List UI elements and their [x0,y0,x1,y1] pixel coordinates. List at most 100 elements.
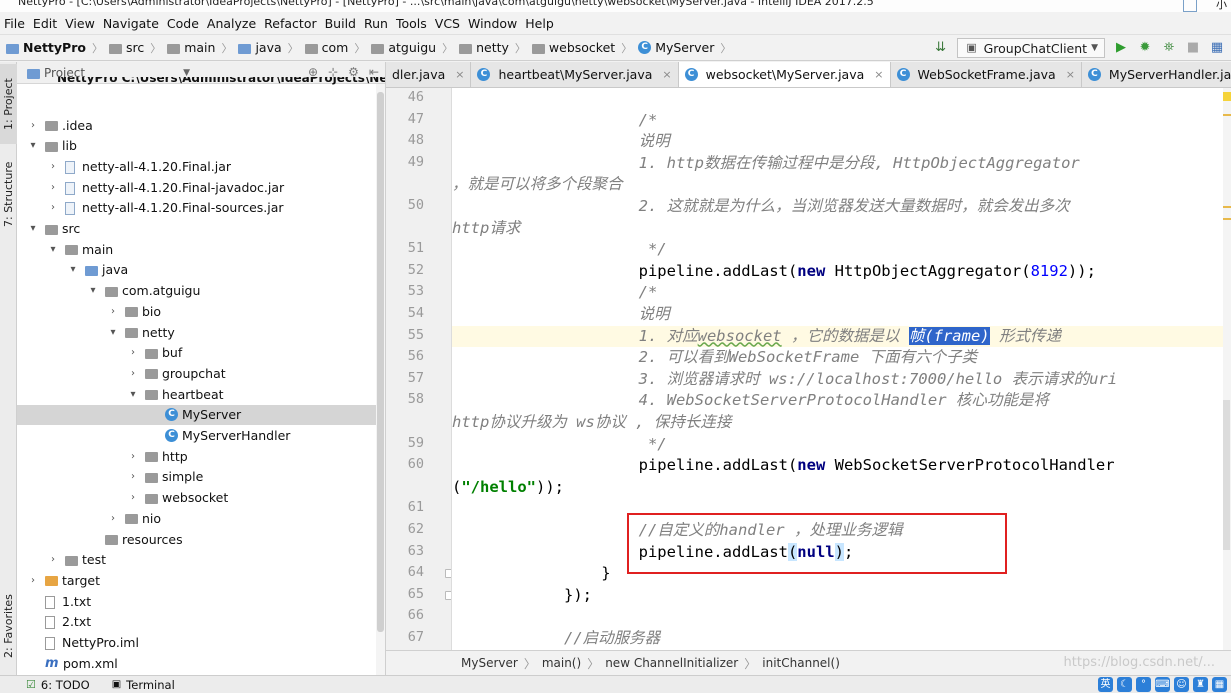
code-line[interactable]: 说明 [452,304,670,325]
code-line[interactable]: } [452,563,610,584]
code-line[interactable]: http请求 [452,218,520,239]
fold-icon[interactable] [445,590,451,600]
nav-crumb-myserver[interactable]: C MyServer 〉 [632,40,731,56]
code-line[interactable]: /* [452,110,658,131]
menu-item-view[interactable]: View [63,16,101,31]
menu-item-run[interactable]: Run [362,16,394,31]
chevron-right-icon[interactable]: › [47,161,59,172]
editor-tab[interactable]: Cwebsocket\MyServer.java × [678,62,891,87]
tree-item[interactable]: › websocket [17,488,385,508]
chevron-right-icon[interactable]: › [47,554,59,565]
chevron-right-icon[interactable]: › [127,451,139,462]
chevron-right-icon[interactable]: › [127,347,139,358]
code-line[interactable]: 1. 对应websocket ，它的数据是以 帧(frame) 形式传递 [452,326,1061,347]
code-line[interactable]: 4. WebSocketServerProtocolHandler 核心功能是将 [452,390,1049,411]
tree-item[interactable]: › test [17,550,385,570]
menu-item-analyze[interactable]: Analyze [205,16,262,31]
warning-marker[interactable] [1223,92,1231,101]
chevron-down-icon[interactable]: ▼ [183,68,190,78]
tree-item[interactable]: 1.txt [17,591,385,611]
menu-item-build[interactable]: Build [323,16,362,31]
tree-item[interactable]: ▾ lib [17,136,385,156]
warning-marker[interactable] [1223,206,1231,208]
nav-crumb-atguigu[interactable]: atguigu 〉 [365,40,453,56]
run-icon[interactable]: ▶ [1113,40,1129,56]
tree-item[interactable]: ▾ heartbeat [17,384,385,404]
tree-item[interactable]: C MyServer [17,404,385,425]
menu-item-file[interactable]: File [2,16,31,31]
moon-icon[interactable]: ☾ [1117,677,1132,692]
code-breadcrumb-item[interactable]: new ChannelInitializer [605,656,738,670]
code-line[interactable]: /* [452,282,658,303]
chevron-right-icon[interactable]: › [127,492,139,503]
code-line[interactable]: 3. 浏览器请求时 ws://localhost:7000/hello 表示请求… [452,369,1117,390]
chevron-down-icon[interactable]: ▾ [47,244,59,255]
nav-crumb-websocket[interactable]: websocket 〉 [526,40,632,56]
nav-crumb-main[interactable]: main 〉 [161,40,232,56]
code-breadcrumb-item[interactable]: main() [542,656,581,670]
menu-item-edit[interactable]: Edit [31,16,63,31]
chevron-down-icon[interactable]: ▾ [127,389,139,400]
tree-item[interactable]: resources [17,529,385,549]
close-icon[interactable]: × [874,68,883,81]
chevron-down-icon[interactable]: ▾ [107,327,119,338]
ime-icon[interactable]: 英 [1098,677,1113,692]
code-line[interactable]: http协议升级为 ws协议 , 保持长连接 [452,412,731,433]
tab-project[interactable]: 1: Project [0,64,17,144]
chevron-right-icon[interactable]: › [27,120,39,131]
user-icon[interactable]: ☺ [1174,677,1189,692]
tree-item[interactable]: NettyPro.iml [17,633,385,653]
terminal-tool-button[interactable]: ▣ Terminal [104,678,189,692]
close-icon[interactable]: × [1066,68,1075,81]
stop-icon[interactable]: ■ [1185,40,1201,56]
code-line[interactable]: }); [452,585,592,606]
code-line[interactable]: 2. 可以看到WebSocketFrame 下面有六个子类 [452,347,977,368]
tree-item[interactable]: › .idea [17,115,385,135]
chevron-right-icon[interactable]: › [47,182,59,193]
code-line[interactable]: ，就是可以将多个段聚合 [452,174,623,195]
menu-item-navigate[interactable]: Navigate [101,16,165,31]
tree-item[interactable]: › netty-all-4.1.20.Final-sources.jar [17,198,385,218]
project-scrollbar-thumb[interactable] [377,92,384,632]
tree-item[interactable]: ▾ main [17,239,385,259]
tree-item[interactable]: C MyServerHandler [17,426,385,446]
tree-item[interactable]: ▾ netty [17,322,385,342]
tree-item[interactable]: ▾ src [17,219,385,239]
scroll-thumb[interactable] [1223,400,1230,550]
code-line[interactable]: pipeline.addLast(new HttpObjectAggregato… [452,261,1096,282]
punctuation-icon[interactable]: ° [1136,677,1151,692]
keyboard-icon[interactable]: ⌨ [1155,677,1170,692]
shirt-icon[interactable]: ♜ [1193,677,1208,692]
tree-item[interactable]: › netty-all-4.1.20.Final-javadoc.jar [17,177,385,197]
code-breadcrumb-item[interactable]: initChannel() [762,656,840,670]
debug-icon[interactable]: ✹ [1137,40,1153,56]
editor-tab[interactable]: CMyServerHandler.java× [1082,62,1231,87]
project-structure-icon[interactable]: ▦ [1209,40,1225,56]
tab-structure[interactable]: 7: Structure [0,152,17,236]
chevron-right-icon[interactable]: › [127,471,139,482]
chevron-right-icon[interactable]: › [107,306,119,317]
tree-item[interactable]: ▾ java [17,260,385,280]
nav-crumb-src[interactable]: src 〉 [103,40,161,56]
code-line[interactable]: pipeline.addLast(new WebSocketServerProt… [452,455,1115,476]
code-line[interactable]: 1. http数据在传输过程中是分段, HttpObjectAggregator [452,153,1080,174]
menu-item-help[interactable]: Help [523,16,560,31]
build-icon[interactable]: ⇊ [933,40,949,56]
menu-item-window[interactable]: Window [466,16,523,31]
chevron-right-icon[interactable]: › [107,513,119,524]
window-restore-icon[interactable] [1183,0,1197,12]
warning-marker[interactable] [1223,218,1231,220]
chevron-right-icon[interactable]: › [47,202,59,213]
tree-item[interactable]: 2.txt [17,612,385,632]
editor-tab[interactable]: dler.java × [386,62,472,87]
tree-item[interactable]: › http [17,446,385,466]
fold-icon[interactable] [445,569,451,579]
chevron-down-icon[interactable]: ▾ [87,285,99,296]
menu-item-code[interactable]: Code [165,16,205,31]
nav-crumb-netty[interactable]: netty 〉 [453,40,526,56]
menu-item-vcs[interactable]: VCS [433,16,466,31]
nav-crumb-java[interactable]: java 〉 [232,40,299,56]
close-icon[interactable]: × [662,68,671,81]
editor-tab[interactable]: C WebSocketFrame.java × [891,62,1082,87]
chevron-down-icon[interactable]: ▾ [27,140,39,151]
